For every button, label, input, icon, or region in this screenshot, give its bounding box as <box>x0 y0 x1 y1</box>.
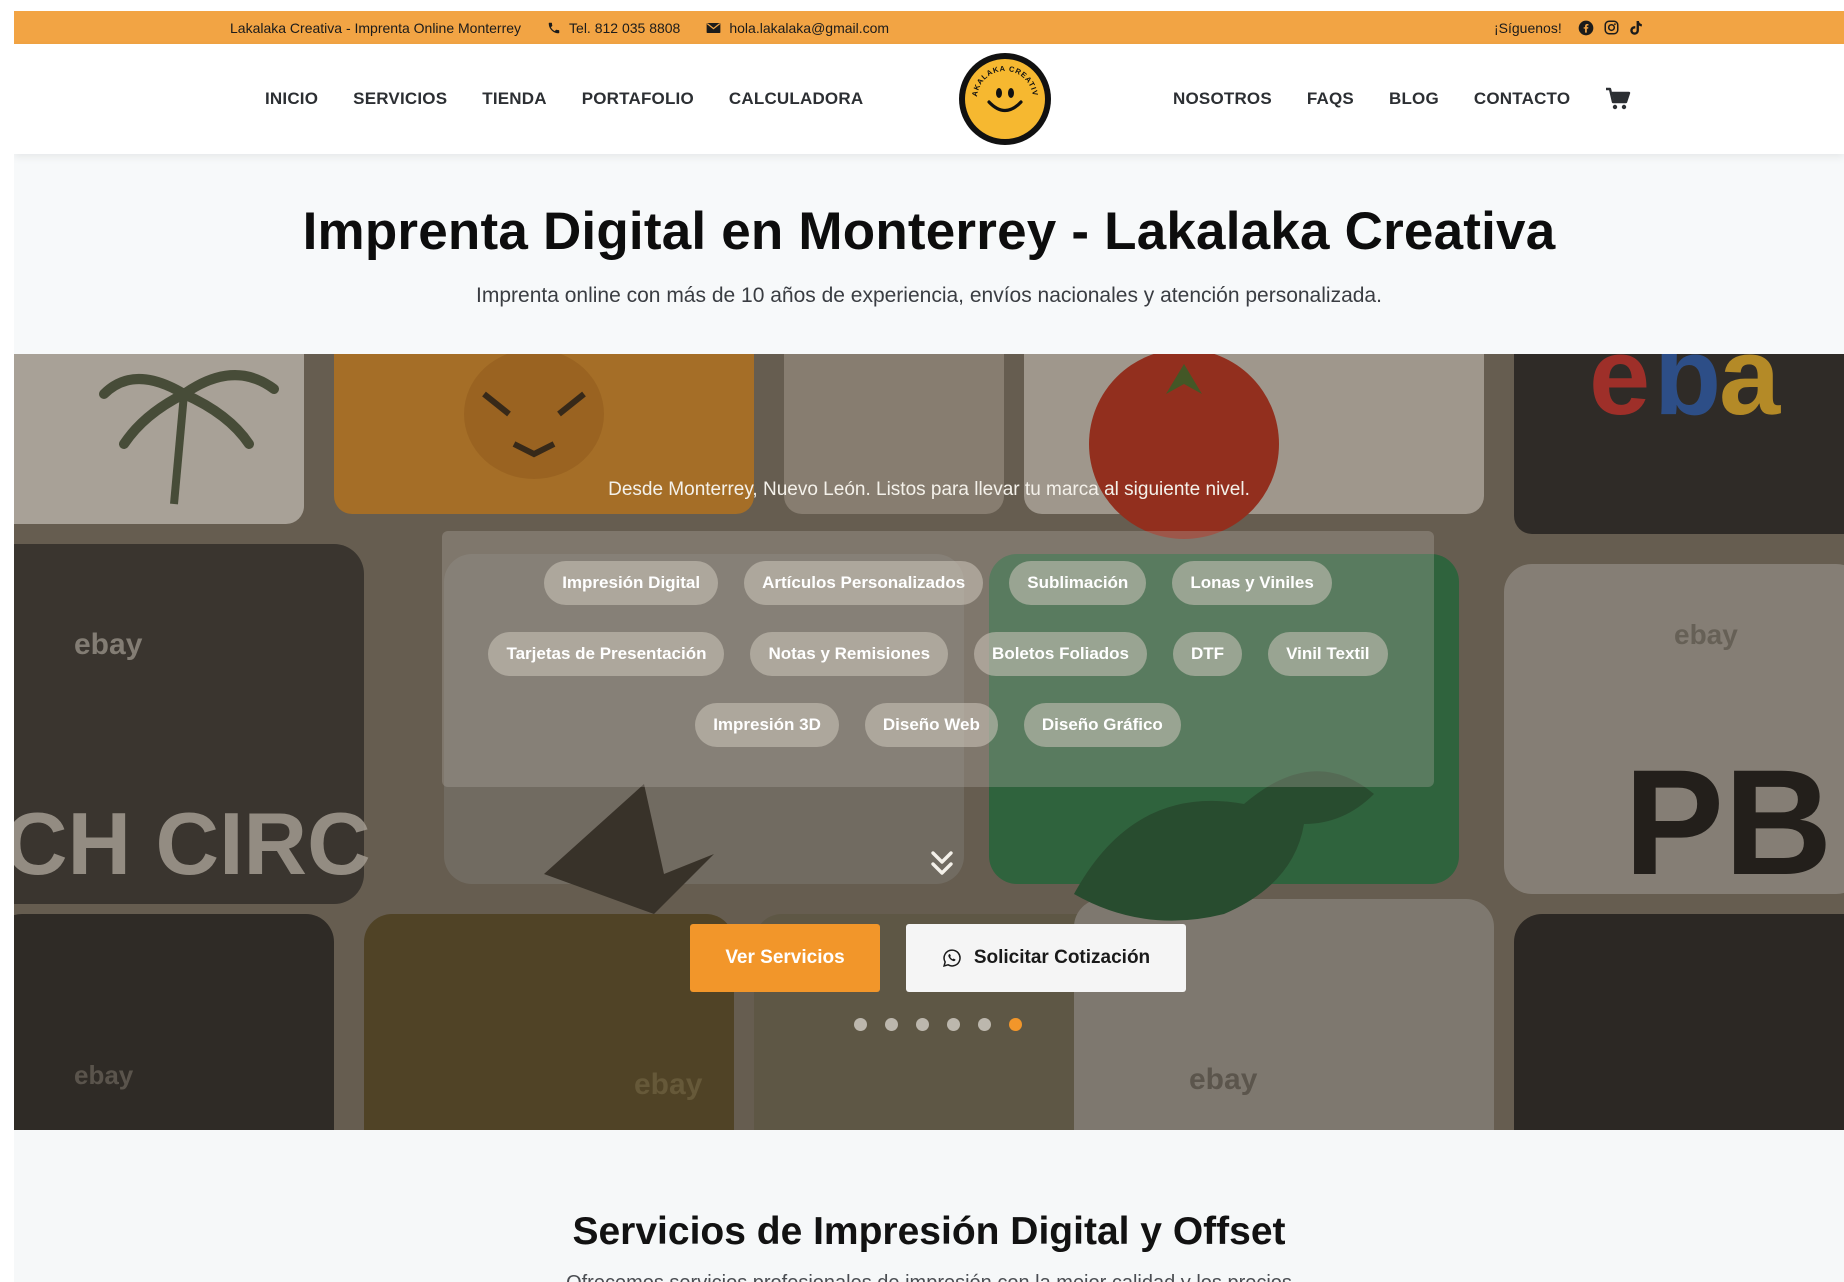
chip-impresion-digital[interactable]: Impresión Digital <box>544 561 719 605</box>
slider-dots <box>854 1018 1022 1031</box>
ver-servicios-button[interactable]: Ver Servicios <box>690 924 880 992</box>
chip-boletos-foliados[interactable]: Boletos Foliados <box>974 632 1148 676</box>
follow-us-label: ¡Síguenos! <box>1494 19 1562 36</box>
chip-dtf[interactable]: DTF <box>1173 632 1243 676</box>
envelope-icon <box>706 22 721 33</box>
slider-dot-5[interactable] <box>978 1018 991 1031</box>
services-chips-panel: Impresión Digital Artículos Personalizad… <box>442 531 1434 787</box>
facebook-icon[interactable] <box>1578 20 1594 36</box>
chip-notas-y-remisiones[interactable]: Notas y Remisiones <box>750 632 949 676</box>
site-logo[interactable]: LAKALAKA CREATIVA <box>959 53 1051 145</box>
smiley-logo-icon: LAKALAKA CREATIVA <box>965 59 1040 113</box>
nav-item-inicio[interactable]: INICIO <box>265 89 318 109</box>
tiktok-icon[interactable] <box>1629 20 1643 36</box>
nav-item-servicios[interactable]: SERVICIOS <box>353 89 447 109</box>
phone-number: Tel. 812 035 8808 <box>569 19 681 36</box>
slider-dot-1[interactable] <box>854 1018 867 1031</box>
chip-diseno-web[interactable]: Diseño Web <box>864 703 998 747</box>
nav-item-faqs[interactable]: FAQS <box>1307 89 1354 109</box>
chip-vinil-textil[interactable]: Vinil Textil <box>1268 632 1388 676</box>
whatsapp-icon <box>942 949 961 967</box>
page: Lakalaka Creativa - Imprenta Online Mont… <box>14 11 1844 1282</box>
logo-text: LAKALAKA CREATIVA <box>965 59 1039 97</box>
solicitar-cotizacion-label: Solicitar Cotización <box>973 947 1151 968</box>
services-title: Servicios de Impresión Digital y Offset <box>572 1210 1286 1253</box>
chip-articulos-personalizados[interactable]: Artículos Personalizados <box>744 561 984 605</box>
nav-item-portafolio[interactable]: PORTAFOLIO <box>582 89 694 109</box>
instagram-icon[interactable] <box>1604 20 1619 35</box>
services-intro: Ofrecemos servicios profesionales de imp… <box>14 1272 1844 1282</box>
hero-heading: Imprenta Digital en Monterrey - Lakalaka… <box>14 201 1844 308</box>
chip-lonas-y-viniles[interactable]: Lonas y Viniles <box>1172 561 1332 605</box>
email-address: hola.lakalaka@gmail.com <box>729 19 890 36</box>
chips-row-3: Impresión 3D Diseño Web Diseño Gráfico <box>442 703 1434 747</box>
brand-text: Lakalaka Creativa - Imprenta Online Mont… <box>230 19 522 36</box>
page-subtitle: Imprenta online con más de 10 años de ex… <box>476 284 1382 307</box>
nav-item-tienda[interactable]: TIENDA <box>482 89 546 109</box>
page-title: Imprenta Digital en Monterrey - Lakalaka… <box>302 202 1556 261</box>
cart-icon[interactable] <box>1605 87 1631 111</box>
slider-dot-4[interactable] <box>947 1018 960 1031</box>
nav-menu-left: INICIO SERVICIOS TIENDA PORTAFOLIO CALCU… <box>265 44 863 154</box>
nav-item-calculadora[interactable]: CALCULADORA <box>729 89 863 109</box>
phone-icon <box>548 22 560 33</box>
chip-tarjetas-de-presentacion[interactable]: Tarjetas de Presentación <box>488 632 725 676</box>
svg-text:LAKALAKA CREATIVA: LAKALAKA CREATIVA <box>965 59 1040 97</box>
chip-diseno-grafico[interactable]: Diseño Gráfico <box>1023 703 1181 747</box>
email-link[interactable]: hola.lakalaka@gmail.com <box>706 20 889 36</box>
nav-item-blog[interactable]: BLOG <box>1389 89 1439 109</box>
nav-menu-right: NOSOTROS FAQS BLOG CONTACTO <box>1173 44 1631 154</box>
hero-banner-slider: e b a ebay CH CIRC ebay PB ebay ebay eba… <box>14 354 1844 1130</box>
double-chevron-down-icon[interactable] <box>928 849 956 879</box>
nav-item-contacto[interactable]: CONTACTO <box>1474 89 1570 109</box>
phone-link[interactable]: Tel. 812 035 8808 <box>547 20 680 36</box>
solicitar-cotizacion-button[interactable]: Solicitar Cotización <box>906 924 1186 992</box>
slider-dot-6[interactable] <box>1009 1018 1022 1031</box>
chip-sublimacion[interactable]: Sublimación <box>1009 561 1147 605</box>
chip-impresion-3d[interactable]: Impresión 3D <box>695 703 839 747</box>
chips-row-1: Impresión Digital Artículos Personalizad… <box>442 561 1434 605</box>
top-bar: Lakalaka Creativa - Imprenta Online Mont… <box>14 11 1844 44</box>
banner-tagline: Desde Monterrey, Nuevo León. Listos para… <box>608 479 1250 500</box>
main-navigation: INICIO SERVICIOS TIENDA PORTAFOLIO CALCU… <box>14 44 1844 154</box>
nav-item-nosotros[interactable]: NOSOTROS <box>1173 89 1272 109</box>
slider-dot-2[interactable] <box>885 1018 898 1031</box>
services-section: Servicios de Impresión Digital y Offset … <box>14 1130 1844 1282</box>
slider-dot-3[interactable] <box>916 1018 929 1031</box>
chips-row-2: Tarjetas de Presentación Notas y Remisio… <box>442 632 1434 676</box>
